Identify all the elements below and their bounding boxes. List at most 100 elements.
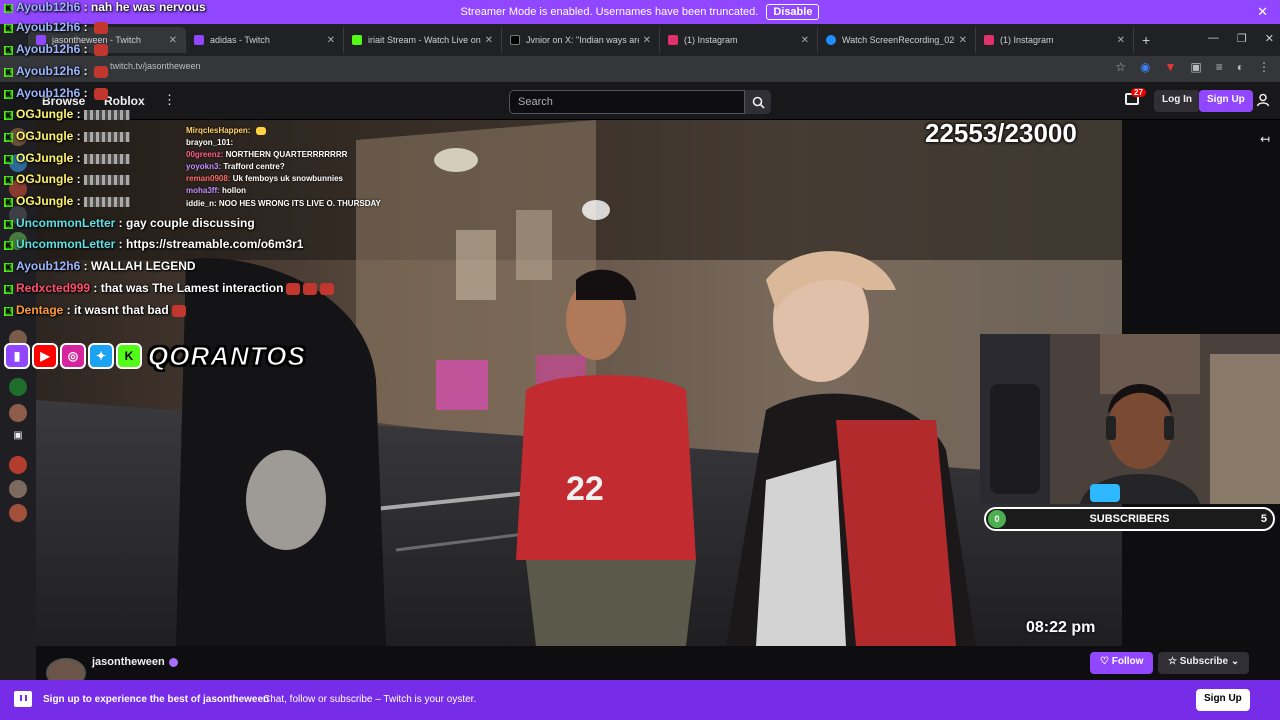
expand-chat-icon[interactable]: ↤: [1260, 132, 1270, 146]
menu-dots-icon[interactable]: ⋮: [1258, 60, 1270, 74]
close-tab-icon[interactable]: ✕: [169, 35, 177, 46]
instagram-favicon-icon: [984, 35, 994, 45]
chat-username: Ayoub12h6: [16, 0, 81, 14]
promo-signup-button[interactable]: Sign Up: [1196, 689, 1250, 711]
channel-avatar[interactable]: [9, 378, 27, 396]
chat-username: brayon_101:: [186, 138, 234, 147]
chat-message: gay couple discussing: [126, 216, 255, 230]
twitch-top-nav: Browse Roblox ⋮ Search 27 Log In Sign Up: [0, 82, 1280, 120]
verified-badge-icon: [168, 657, 178, 667]
search-button[interactable]: [745, 90, 771, 114]
signup-button[interactable]: Sign Up: [1199, 90, 1253, 112]
close-tab-icon[interactable]: ✕: [327, 35, 335, 46]
follow-label: Follow: [1111, 656, 1144, 667]
media-icon[interactable]: ≡: [1216, 60, 1223, 74]
stream-clock: 08:22 pm: [1026, 619, 1096, 636]
chat-line: K Redxcted999 : that was The Lamest inter…: [4, 281, 335, 295]
close-tab-icon[interactable]: ✕: [959, 35, 967, 46]
video-favicon-icon: [826, 35, 836, 45]
browser-tab-strip: jasontheween - Twitch ✕ adidas - Twitch ✕ …: [0, 24, 1280, 56]
extension-icon[interactable]: ◉: [1140, 60, 1150, 74]
channel-avatar[interactable]: [9, 480, 27, 498]
more-menu-icon[interactable]: ⋮: [163, 92, 176, 108]
browser-tab[interactable]: Watch ScreenRecording_02-05 ✕: [818, 27, 976, 53]
chat-message: hollon: [222, 186, 247, 195]
window-close-icon[interactable]: ✕: [1265, 32, 1274, 45]
browser-tab[interactable]: adidas - Twitch ✕: [186, 27, 344, 53]
new-tab-icon[interactable]: +: [1142, 32, 1150, 48]
browser-tab[interactable]: (1) Instagram ✕: [660, 27, 818, 53]
notification-count-badge: 27: [1131, 88, 1146, 97]
kick-badge-icon: K: [4, 111, 13, 120]
video-camera-icon[interactable]: ▣: [9, 430, 27, 448]
instagram-favicon-icon: [668, 35, 678, 45]
emote: [303, 282, 318, 295]
chat-message: that was The Lamest interaction: [100, 281, 284, 295]
kick-badge-icon: K: [4, 4, 13, 13]
x-favicon-icon: [510, 35, 520, 45]
window-controls: — ❐ ✕: [1208, 32, 1274, 45]
extensions-puzzle-icon[interactable]: ▣: [1190, 60, 1201, 74]
close-tab-icon[interactable]: ✕: [1117, 35, 1125, 46]
channel-avatar[interactable]: [9, 504, 27, 522]
nav-roblox-link[interactable]: Roblox: [104, 94, 145, 108]
close-icon[interactable]: ✕: [1257, 4, 1268, 20]
twitch-logo-icon: ▮: [4, 343, 30, 369]
censored-message: [84, 109, 131, 120]
channel-name[interactable]: jasontheween: [92, 656, 178, 668]
close-tab-icon[interactable]: ✕: [485, 35, 493, 46]
censored-message: [84, 196, 131, 207]
chat-message: WALLAH LEGEND: [90, 259, 196, 273]
chat-username: OGJungle: [16, 194, 74, 208]
embedded-chat-line: moha3ff: hollon: [186, 186, 246, 195]
chat-line: K Ayoub12h6 :: [4, 86, 108, 100]
signup-promo-banner: Sign up to experience the best of jasont…: [0, 680, 1280, 720]
subscribe-button[interactable]: ☆ Subscribe ⌄: [1158, 652, 1250, 674]
chat-message: Uk femboys uk snowbunnies: [232, 174, 343, 183]
profile-icon[interactable]: ◐: [1237, 60, 1244, 74]
kick-badge-icon: K: [4, 220, 13, 229]
url-field[interactable]: twitch.tv/jasontheween: [110, 61, 201, 71]
browser-tab[interactable]: Jvnior on X: "Indian ways are n" ✕: [502, 27, 660, 53]
kick-badge-icon: K: [4, 285, 13, 294]
channel-avatar[interactable]: [9, 456, 27, 474]
chat-username: UncommonLetter: [16, 237, 116, 251]
chat-line: K OGJungle :: [4, 129, 131, 143]
login-button[interactable]: Log In: [1154, 90, 1200, 112]
embedded-chat-line: MirqclesHappen:: [186, 126, 266, 135]
kick-badge-icon: K: [4, 68, 13, 77]
chat-username: Ayoub12h6: [16, 259, 81, 273]
kick-badge-icon: K: [4, 155, 13, 164]
search-input[interactable]: Search: [509, 90, 745, 114]
browser-tab[interactable]: iriait Stream - Watch Live on Kick ✕: [344, 27, 502, 53]
emote: [171, 304, 186, 317]
chat-username: UncommonLetter: [16, 216, 116, 230]
channel-avatar[interactable]: [9, 404, 27, 422]
chat-username: OGJungle: [16, 107, 74, 121]
channel-info-bar: jasontheween ♡ Follow ☆ Subscribe ⌄: [36, 646, 1280, 688]
follow-button[interactable]: ♡ Follow: [1090, 652, 1154, 674]
browser-tab[interactable]: (1) Instagram ✕: [976, 27, 1134, 53]
close-tab-icon[interactable]: ✕: [801, 35, 809, 46]
censored-message: [84, 153, 131, 164]
extension-icon[interactable]: ▼: [1165, 60, 1177, 74]
user-icon[interactable]: [1256, 93, 1270, 107]
chat-line: K OGJungle :: [4, 151, 131, 165]
disable-streamer-mode-button[interactable]: Disable: [766, 4, 820, 20]
embedded-chat-line: brayon_101:: [186, 138, 233, 147]
signup-promo-subtitle: Chat, follow or subscribe – Twitch is yo…: [263, 694, 477, 705]
tab-title: (1) Instagram: [1000, 35, 1054, 45]
maximize-icon[interactable]: ❐: [1237, 32, 1247, 45]
bookmark-star-icon[interactable]: ☆: [1115, 60, 1126, 74]
kick-logo-icon: K: [116, 343, 142, 369]
subscribe-label: Subscribe: [1179, 656, 1229, 667]
chat-username: Redxcted999: [16, 281, 91, 295]
emote: [93, 87, 108, 100]
chat-username: Ayoub12h6: [16, 42, 81, 56]
kick-badge-icon: K: [4, 176, 13, 185]
censored-message: [84, 131, 131, 142]
emote: [286, 282, 301, 295]
right-chat-panel-collapsed: ↤: [1122, 120, 1280, 334]
minimize-icon[interactable]: —: [1208, 32, 1219, 45]
close-tab-icon[interactable]: ✕: [643, 35, 651, 46]
